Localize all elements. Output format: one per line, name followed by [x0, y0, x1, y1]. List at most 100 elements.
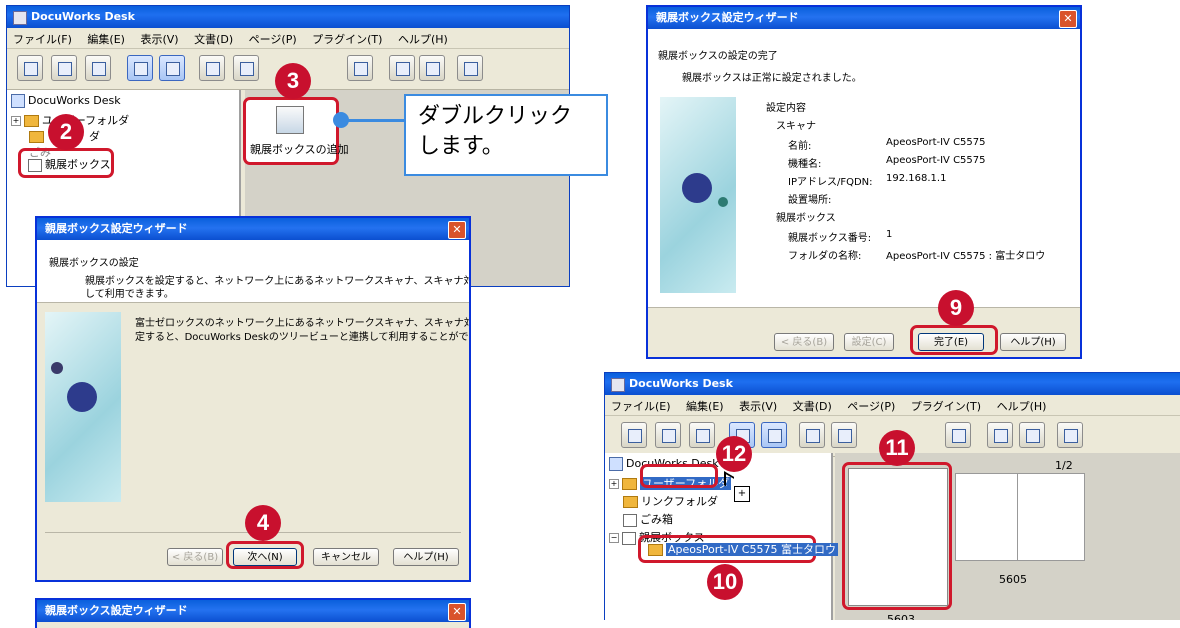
up-folder-button[interactable] [457, 55, 483, 81]
wizard1-cancel-button[interactable]: キャンセル [313, 548, 379, 566]
back-button[interactable] [987, 422, 1013, 448]
menu-help[interactable]: ヘルプ(H) [392, 28, 454, 50]
row-box-number-value: 1 [886, 229, 893, 240]
settings-label: 設定内容 [766, 103, 806, 114]
drag-copy-icon: + [734, 486, 750, 502]
info-icon [166, 62, 180, 76]
document-thumbnail-5605[interactable] [955, 473, 1023, 561]
find-button[interactable] [799, 422, 825, 448]
wizard1-close-button[interactable]: ✕ [448, 221, 466, 239]
convert-button[interactable] [945, 422, 971, 448]
menu-view[interactable]: 表示(V) [134, 28, 184, 50]
row-location-key: 設置場所: [788, 195, 832, 206]
scanner-icon [24, 62, 38, 76]
add-mailbox-label[interactable]: 親展ボックスの追加 [250, 141, 349, 157]
expand-icon[interactable]: + [609, 479, 619, 489]
menu-plugin[interactable]: プラグイン(T) [306, 28, 388, 50]
doc-button[interactable] [85, 55, 111, 81]
row-ip-key: IPアドレス/FQDN: [788, 177, 873, 188]
document-thumbnail-extra[interactable] [1017, 473, 1085, 561]
wizard1-back-button[interactable]: < 戻る(B) [167, 548, 223, 566]
doc-button[interactable] [689, 422, 715, 448]
wizard1-header: 親展ボックスの設定 親展ボックスを設定すると、ネットワーク上にあるネットワークス… [37, 240, 469, 303]
convert-icon [354, 62, 368, 76]
print-button[interactable] [655, 422, 681, 448]
wizard3-close-button[interactable]: ✕ [1059, 10, 1077, 28]
desk2-title: DocuWorks Desk [629, 377, 733, 390]
menu-edit[interactable]: 編集(E) [680, 395, 730, 417]
arrow-right-icon [1026, 429, 1040, 443]
row-box-number-key: 親展ボックス番号: [788, 233, 872, 244]
wizard3-settings-button[interactable]: 設定(C) [844, 333, 894, 351]
menu-edit[interactable]: 編集(E) [81, 28, 131, 50]
row-model-key: 機種名: [788, 159, 822, 170]
wizard1-heading: 親展ボックスの設定 [49, 258, 139, 269]
step-badge-12: 12 [716, 436, 752, 472]
wizard3-illustration [660, 97, 736, 293]
grid-view-button[interactable] [831, 422, 857, 448]
scanner-label: スキャナ [776, 121, 816, 132]
thumbnail-view-button[interactable] [127, 55, 153, 81]
step-badge-9: 9 [938, 290, 974, 326]
document-icon [92, 62, 106, 76]
grid-view-button[interactable] [233, 55, 259, 81]
wizard3-back-button[interactable]: < 戻る(B) [774, 333, 834, 351]
wizard3-titlebar: 親展ボックス設定ウィザード ✕ [648, 7, 1080, 29]
step12-highlight [640, 464, 718, 488]
step-badge-11: 11 [879, 430, 915, 466]
convert-button[interactable] [347, 55, 373, 81]
grid-icon [240, 62, 254, 76]
row-folder-name-value: ApeosPort-IV C5575 : 富士タロウ [886, 251, 1046, 262]
molecule-ball-small [51, 362, 63, 374]
add-mailbox-icon[interactable] [276, 106, 304, 134]
scanner-icon [628, 429, 642, 443]
folder-up-icon [464, 62, 478, 76]
info-button[interactable] [159, 55, 185, 81]
scan-button[interactable] [17, 55, 43, 81]
back-button[interactable] [389, 55, 415, 81]
menu-file[interactable]: ファイル(E) [605, 395, 677, 417]
menu-file[interactable]: ファイル(F) [7, 28, 78, 50]
scan-button[interactable] [621, 422, 647, 448]
tree-apeos-folder[interactable]: ApeosPort-IV C5575 富士タロウ [648, 541, 838, 557]
double-click-callout: ダブルクリック します。 [404, 94, 608, 176]
wizard1-help-button[interactable]: ヘルプ(H) [393, 548, 459, 566]
tree-mailbox[interactable]: 親展ボックス [28, 156, 111, 172]
collapse-icon[interactable]: − [609, 533, 619, 543]
wizard1-body2: 定すると、DocuWorks Deskのツリービューと連携して利用することができ… [135, 332, 471, 343]
step-badge-3: 3 [275, 63, 311, 99]
wizard1-titlebar: 親展ボックス設定ウィザード ✕ [37, 218, 469, 240]
molecule-ball-small [718, 197, 728, 207]
up-folder-button[interactable] [1057, 422, 1083, 448]
menu-page[interactable]: ページ(P) [243, 28, 303, 50]
tree-link-folder[interactable]: リンクフォルダ [623, 493, 718, 509]
callout-dot [333, 112, 349, 128]
arrow-left-icon [396, 62, 410, 76]
mailbox-icon [622, 531, 636, 545]
menu-document[interactable]: 文書(D) [188, 28, 239, 50]
forward-button[interactable] [1019, 422, 1045, 448]
expand-icon[interactable]: + [11, 116, 21, 126]
info-button[interactable] [761, 422, 787, 448]
menu-page[interactable]: ページ(P) [841, 395, 901, 417]
desk1-titlebar: DocuWorks Desk [7, 6, 569, 28]
forward-button[interactable] [419, 55, 445, 81]
menu-plugin[interactable]: プラグイン(T) [905, 395, 987, 417]
find-button[interactable] [199, 55, 225, 81]
tree-root[interactable]: DocuWorks Desk [11, 94, 121, 108]
wizard3-help-button[interactable]: ヘルプ(H) [1000, 333, 1066, 351]
desk2-menubar: ファイル(E) 編集(E) 表示(V) 文書(D) ページ(P) プラグイン(T… [605, 395, 1180, 416]
printer-icon [58, 62, 72, 76]
link-folder-icon [623, 496, 638, 508]
menu-view[interactable]: 表示(V) [733, 395, 783, 417]
menu-help[interactable]: ヘルプ(H) [991, 395, 1053, 417]
print-button[interactable] [51, 55, 77, 81]
tree-trash[interactable]: ごみ箱 [623, 511, 673, 527]
folder-icon [24, 115, 39, 127]
step-badge-4: 4 [245, 505, 281, 541]
wizard2-close-button[interactable]: ✕ [448, 603, 466, 621]
arrow-right-icon [426, 62, 440, 76]
doc-5605-label: 5605 [999, 573, 1027, 586]
molecule-ball [67, 382, 97, 412]
menu-document[interactable]: 文書(D) [787, 395, 838, 417]
